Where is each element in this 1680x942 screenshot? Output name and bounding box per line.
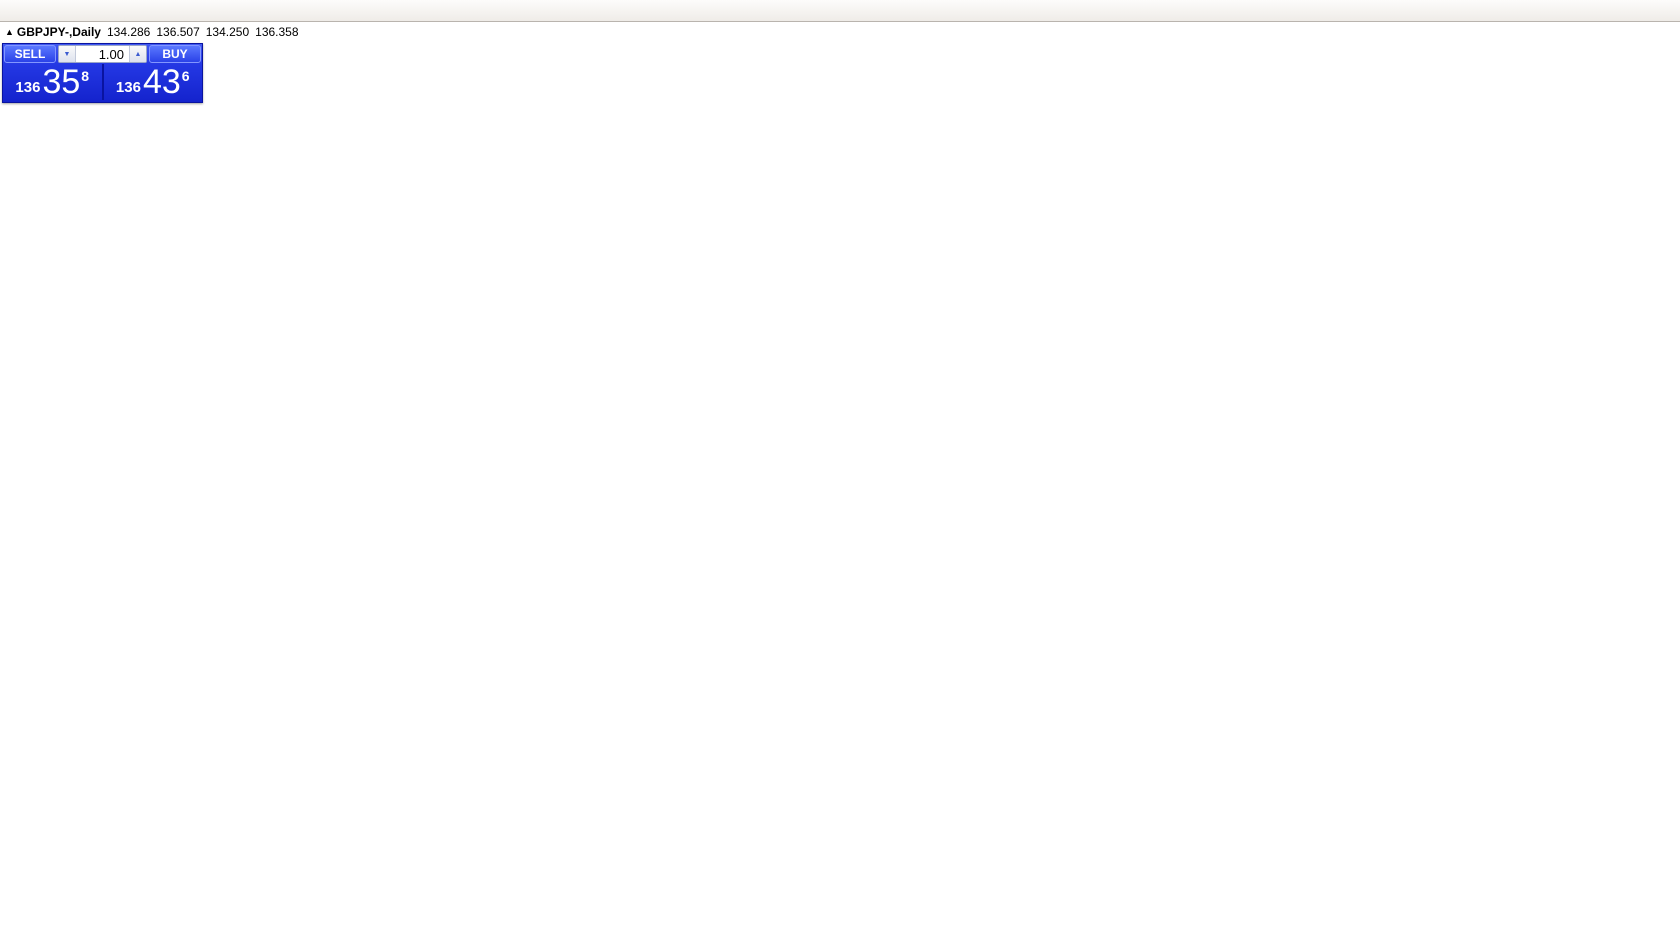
main-toolbar [0, 0, 1680, 22]
symbol-marker-icon: ▲ [5, 27, 14, 37]
mt4-window: ▲GBPJPY-,Daily134.286136.507134.250136.3… [0, 0, 1680, 942]
one-click-trading-panel: SELL ▼ 1.00 ▲ BUY 136 35 8 136 43 6 [2, 43, 203, 103]
volume-decrease-button[interactable]: ▼ [59, 46, 76, 62]
symbol-name: GBPJPY-,Daily [17, 25, 101, 39]
buy-pipette: 6 [182, 68, 190, 84]
chart-canvas[interactable] [0, 0, 1680, 942]
ohlc-low: 134.250 [206, 25, 249, 39]
sell-price-display[interactable]: 136 35 8 [3, 64, 102, 100]
buy-price-display[interactable]: 136 43 6 [102, 64, 203, 100]
symbol-ohlc-line: ▲GBPJPY-,Daily 134.286 136.507 134.250 136.3… [5, 25, 299, 39]
volume-increase-button[interactable]: ▲ [129, 46, 146, 62]
buy-big-figure: 136 [116, 79, 141, 96]
volume-value[interactable]: 1.00 [76, 46, 129, 62]
ohlc-open: 134.286 [107, 25, 150, 39]
sell-big-figure: 136 [15, 79, 40, 96]
sell-pips: 35 [42, 65, 80, 99]
sell-button[interactable]: SELL [4, 45, 56, 63]
volume-stepper: ▼ 1.00 ▲ [58, 45, 147, 63]
sell-pipette: 8 [81, 68, 89, 84]
ohlc-high: 136.507 [156, 25, 199, 39]
buy-button[interactable]: BUY [149, 45, 201, 63]
ohlc-close: 136.358 [255, 25, 298, 39]
buy-pips: 43 [143, 65, 181, 99]
